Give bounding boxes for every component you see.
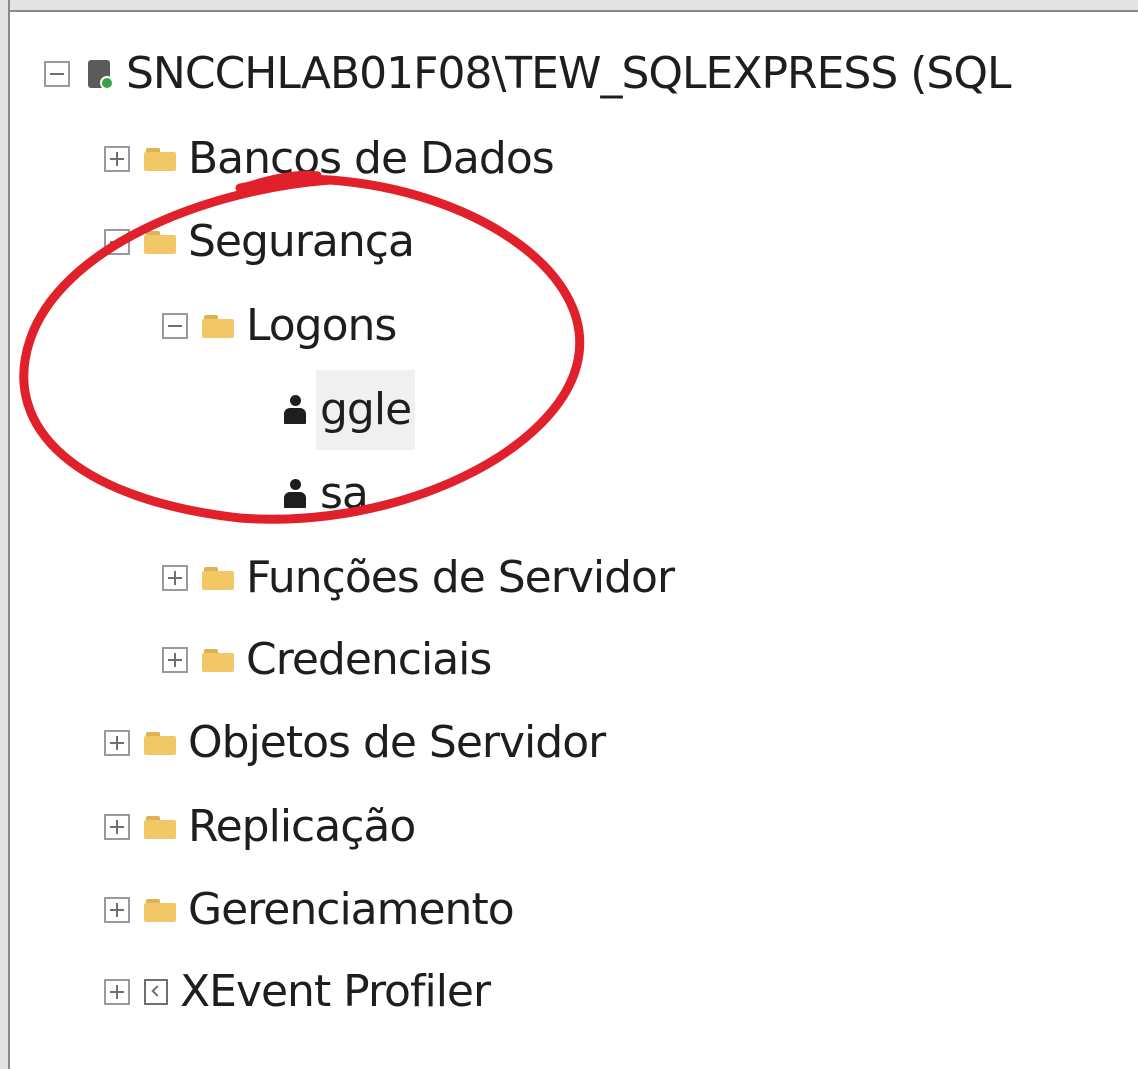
- expand-icon[interactable]: [104, 814, 130, 840]
- tree-node-server-roles[interactable]: Funções de Servidor: [162, 536, 675, 620]
- tree-node-server[interactable]: SNCCHLAB01F08\TEW_SQLEXPRESS (SQL: [44, 32, 1011, 116]
- folder-icon: [202, 313, 234, 339]
- folder-icon: [144, 814, 176, 840]
- folder-icon: [144, 730, 176, 756]
- management-label: Gerenciamento: [188, 884, 515, 935]
- login-label: ggle: [316, 370, 416, 450]
- object-explorer-tree: SNCCHLAB01F08\TEW_SQLEXPRESS (SQL Bancos…: [0, 0, 1138, 1069]
- server-objects-label: Objetos de Servidor: [188, 717, 606, 768]
- expand-icon[interactable]: [104, 979, 130, 1005]
- folder-icon: [144, 146, 176, 172]
- tree-node-server-objects[interactable]: Objetos de Servidor: [104, 701, 606, 785]
- tree-node-management[interactable]: Gerenciamento: [104, 868, 515, 952]
- logins-label: Logons: [246, 300, 397, 351]
- collapse-icon[interactable]: [162, 313, 188, 339]
- tree-node-security[interactable]: Segurança: [104, 200, 415, 284]
- credentials-label: Credenciais: [246, 634, 492, 685]
- xevent-profiler-label: XEvent Profiler: [180, 966, 491, 1017]
- folder-icon: [144, 229, 176, 255]
- replication-label: Replicação: [188, 801, 416, 852]
- tree-node-logins[interactable]: Logons: [162, 284, 397, 368]
- server-icon: [84, 58, 114, 90]
- tree-node-credentials[interactable]: Credenciais: [162, 618, 492, 702]
- expand-icon[interactable]: [162, 647, 188, 673]
- expand-icon[interactable]: [162, 565, 188, 591]
- security-label: Segurança: [188, 216, 415, 267]
- tree-node-databases[interactable]: Bancos de Dados: [104, 117, 555, 201]
- collapse-icon[interactable]: [104, 229, 130, 255]
- tree-node-xevent-profiler[interactable]: XEvent Profiler: [104, 950, 491, 1034]
- profiler-icon: [144, 979, 168, 1005]
- panel-top-border: [0, 0, 1138, 12]
- login-label: sa: [320, 468, 369, 519]
- tree-node-replication[interactable]: Replicação: [104, 785, 416, 869]
- user-icon: [282, 395, 308, 425]
- server-label: SNCCHLAB01F08\TEW_SQLEXPRESS (SQL: [126, 48, 1011, 99]
- server-roles-label: Funções de Servidor: [246, 552, 675, 603]
- folder-icon: [202, 647, 234, 673]
- databases-label: Bancos de Dados: [188, 133, 555, 184]
- expand-icon[interactable]: [104, 730, 130, 756]
- collapse-icon[interactable]: [44, 61, 70, 87]
- expand-icon[interactable]: [104, 146, 130, 172]
- panel-left-border: [0, 0, 10, 1069]
- folder-icon: [202, 565, 234, 591]
- expand-icon[interactable]: [104, 897, 130, 923]
- tree-node-login-sa[interactable]: sa: [282, 452, 369, 536]
- user-icon: [282, 479, 308, 509]
- folder-icon: [144, 897, 176, 923]
- tree-node-login-ggle[interactable]: ggle: [282, 368, 416, 452]
